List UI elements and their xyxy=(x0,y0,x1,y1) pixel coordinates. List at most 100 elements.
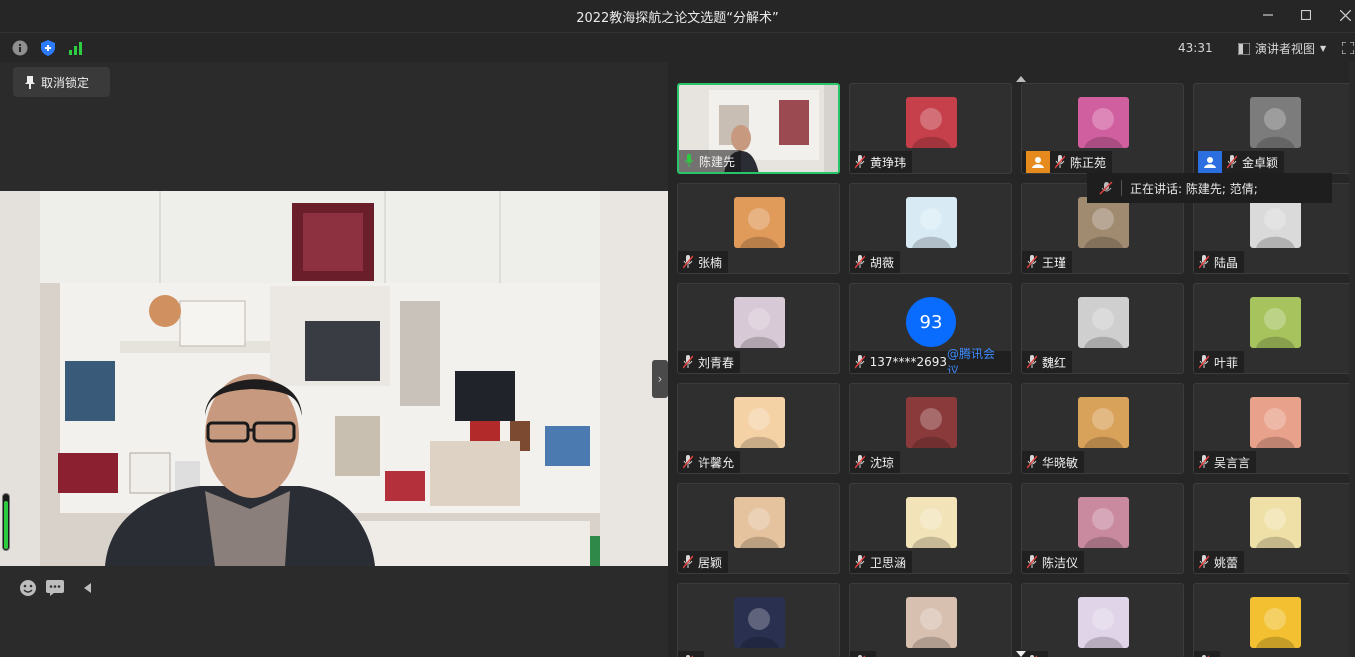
avatar xyxy=(906,497,957,548)
grid-scrollbar[interactable] xyxy=(1349,62,1355,657)
participant-name: 张楠 xyxy=(698,255,723,270)
pin-icon xyxy=(25,75,35,89)
participant-source: @腾讯会议 xyxy=(947,347,996,374)
participant-name: 胡薇 xyxy=(870,255,895,270)
avatar: 93 xyxy=(906,297,956,347)
participant-name: 姚蕾 xyxy=(1214,555,1239,570)
view-selector[interactable]: 演讲者视图 ▼ xyxy=(1238,40,1326,57)
avatar xyxy=(1250,597,1301,648)
participant-namebar: 金卓颖 xyxy=(1194,151,1285,173)
panel-toggle-button[interactable]: › xyxy=(652,360,668,398)
avatar xyxy=(1250,97,1301,148)
participant-name: 陆晶 xyxy=(1214,255,1239,270)
mic-muted-icon xyxy=(1099,181,1113,195)
minimize-icon[interactable] xyxy=(1254,4,1282,26)
participant-tile[interactable]: 叶菲 xyxy=(1193,283,1355,374)
chat-icon[interactable] xyxy=(44,578,66,598)
participant-namebar: 陆晶 xyxy=(1194,251,1245,273)
participant-namebar: 姚蕾 xyxy=(1194,551,1245,573)
avatar xyxy=(734,597,785,648)
participant-tile[interactable]: 姚蕾 xyxy=(1193,483,1355,574)
collapse-icon[interactable] xyxy=(77,578,99,598)
participant-name: 沈琼 xyxy=(870,455,895,470)
mic-level-meter xyxy=(2,493,10,551)
participant-namebar xyxy=(1194,651,1220,657)
participant-namebar: 许馨允 xyxy=(678,451,741,473)
participant-namebar xyxy=(678,651,704,657)
participant-tile[interactable]: 张楠 xyxy=(677,183,840,274)
mic-muted-icon xyxy=(854,255,866,269)
chevron-right-icon: › xyxy=(657,372,663,386)
participant-namebar: 张楠 xyxy=(678,251,729,273)
avatar xyxy=(1078,297,1129,348)
mic-muted-icon xyxy=(1198,555,1210,569)
speaker-video-frame xyxy=(0,191,668,566)
speaker-video xyxy=(0,191,668,566)
participant-tile[interactable]: 吴言言 xyxy=(1193,383,1355,474)
participant-tile[interactable]: 卫思涵 xyxy=(849,483,1012,574)
scroll-up-icon[interactable] xyxy=(1016,76,1026,82)
info-icon[interactable] xyxy=(12,40,28,56)
participant-tile[interactable]: 居颖 xyxy=(677,483,840,574)
scroll-down-icon[interactable] xyxy=(1016,651,1026,657)
participant-tile[interactable] xyxy=(677,583,840,657)
participant-tile[interactable]: 许馨允 xyxy=(677,383,840,474)
participant-namebar: 陈建先 xyxy=(679,150,742,172)
participant-tile[interactable]: 陈建先 xyxy=(677,83,840,174)
participant-tile[interactable]: 刘青春 xyxy=(677,283,840,374)
participant-name: 许馨允 xyxy=(698,455,735,470)
mic-muted-icon xyxy=(1054,155,1066,169)
avatar xyxy=(906,397,957,448)
speaking-indicator: 正在讲话: 陈建先; 范倩; xyxy=(1087,173,1332,203)
mic-muted-icon xyxy=(1026,255,1038,269)
signal-icon[interactable] xyxy=(68,40,84,56)
fullscreen-icon[interactable] xyxy=(1340,40,1355,56)
participant-namebar: 叶菲 xyxy=(1194,351,1245,373)
avatar xyxy=(1078,97,1129,148)
participant-tile[interactable]: 黄琤玮 xyxy=(849,83,1012,174)
participant-namebar: 华晓敏 xyxy=(1022,451,1085,473)
participant-name: 黄琤玮 xyxy=(870,155,907,170)
unpin-label: 取消锁定 xyxy=(41,75,90,90)
unpin-button[interactable]: 取消锁定 xyxy=(13,67,110,97)
mic-muted-icon xyxy=(1198,255,1210,269)
participant-name: 卫思涵 xyxy=(870,555,907,570)
participant-name: 金卓颖 xyxy=(1242,155,1279,170)
host-icon xyxy=(1026,151,1050,173)
mic-muted-icon xyxy=(682,555,694,569)
participant-tile[interactable]: 华晓敏 xyxy=(1021,383,1184,474)
participant-tile[interactable]: 陈正苑 xyxy=(1021,83,1184,174)
window-title: 2022教海探航之论文选题“分解术” xyxy=(576,11,779,26)
participant-namebar: 王瑾 xyxy=(1022,251,1073,273)
avatar xyxy=(734,297,785,348)
participant-tile[interactable]: 胡薇 xyxy=(849,183,1012,274)
chevron-down-icon: ▼ xyxy=(1320,44,1327,53)
participant-tile[interactable]: 93 137****2693 @腾讯会议 xyxy=(849,283,1012,374)
participant-tile[interactable]: 金卓颖 xyxy=(1193,83,1355,174)
emoji-icon[interactable] xyxy=(17,578,39,598)
participant-tile[interactable] xyxy=(1021,583,1184,657)
participant-tile[interactable] xyxy=(849,583,1012,657)
view-label: 演讲者视图 xyxy=(1255,42,1316,56)
divider xyxy=(1121,180,1122,196)
mic-on-icon xyxy=(683,154,695,168)
participant-name: 陈建先 xyxy=(699,154,736,169)
participant-name: 叶菲 xyxy=(1214,355,1239,370)
participant-grid: 陈建先 黄琤玮 陈正苑 金卓颖张楠 胡薇 王瑾 陆晶刘青春 93 137****2693 @腾讯会… xyxy=(668,62,1355,657)
participant-tile[interactable]: 陈洁仪 xyxy=(1021,483,1184,574)
participant-tile[interactable] xyxy=(1193,583,1355,657)
avatar xyxy=(1078,397,1129,448)
maximize-icon[interactable] xyxy=(1292,4,1320,26)
participant-tile[interactable]: 沈琼 xyxy=(849,383,1012,474)
mic-muted-icon xyxy=(854,555,866,569)
participant-namebar: 陈正苑 xyxy=(1022,151,1113,173)
shield-icon[interactable] xyxy=(40,40,56,56)
close-icon[interactable] xyxy=(1331,4,1355,26)
avatar xyxy=(734,397,785,448)
participant-namebar: 陈洁仪 xyxy=(1022,551,1085,573)
participant-name: 137****2693 xyxy=(869,355,948,369)
participant-tile[interactable]: 魏红 xyxy=(1021,283,1184,374)
mic-muted-icon xyxy=(682,455,694,469)
avatar xyxy=(734,497,785,548)
mic-muted-icon xyxy=(854,155,866,169)
